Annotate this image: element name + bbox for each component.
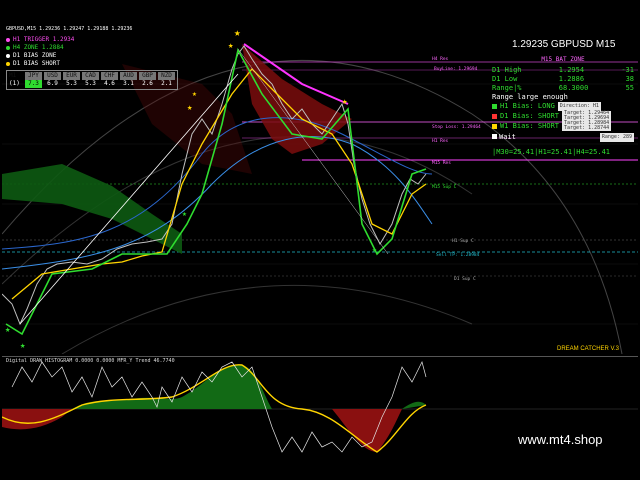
table-header: CAD	[82, 72, 99, 80]
range-note: Range large enough	[492, 93, 568, 101]
square-icon	[492, 113, 497, 119]
site-watermark: www.mt4.shop	[518, 432, 603, 447]
range-value: 68.3000	[558, 84, 589, 92]
legend-label: H1 TRIGGER 1.2934	[13, 36, 75, 43]
d1-bias: D1 Bias: SHORT	[500, 111, 560, 120]
bat-zone-panel: 1.29235 GBPUSD M15 M15 BAT ZONE D1 High …	[492, 40, 634, 157]
oscillator-label: Digital DRAW HISTOGRAM 0.0000 0.0000 MFR…	[6, 358, 175, 364]
w1-target-tag: Target: 1.28744	[562, 125, 612, 131]
buy-line-label: BuyLine: 1.29694	[434, 66, 478, 72]
wait-label: Wait	[499, 133, 516, 141]
d1-high-label: D1 High	[492, 66, 522, 74]
w1-bias: W1 Bias: SHORT	[500, 121, 560, 130]
dot-icon	[6, 54, 10, 58]
zone-title: M15 BAT ZONE	[541, 56, 585, 63]
current-price: 1.29235 GBPUSD M15	[512, 39, 616, 50]
wait-status: Wait	[492, 133, 516, 142]
square-icon	[492, 134, 497, 139]
table-cell: 7.3	[25, 80, 42, 88]
table-cell: 5.3	[66, 80, 77, 87]
table-header: M1	[9, 72, 17, 79]
negative-histogram	[2, 409, 72, 430]
svg-text:★: ★	[372, 245, 377, 254]
svg-text:★: ★	[187, 103, 193, 113]
m15-sup-label: M15 Sup C	[432, 184, 457, 190]
d1-high-row: D1 High 1.2954 -31	[492, 66, 634, 75]
table-header: JPY	[25, 72, 42, 80]
svg-text:★: ★	[342, 97, 348, 107]
dot-icon	[6, 62, 10, 66]
star-markers-green: ★ ★ ★ ★	[5, 209, 377, 351]
d1-high-diff: -31	[621, 66, 634, 74]
dot-icon	[6, 46, 10, 50]
range-box: Range: 289	[599, 133, 634, 142]
legend-label: D1 BIAS SHORT	[13, 60, 60, 67]
chart-header: GBPUSD,M15 1.29236 1.29247 1.29188 1.292…	[6, 26, 133, 32]
d1-bias-row: D1 Bias: SHORT Target: 1.29464 Target: 1…	[492, 111, 634, 121]
range-row: Range|% 68.3000 55	[492, 84, 634, 93]
timeframe-summary: |M30=25.41|H1=25.41|H4=25.41	[492, 148, 611, 156]
arc-curve	[61, 285, 473, 354]
table-header: AUD	[120, 72, 137, 80]
indicator-name: DREAM CATCHER V.3	[557, 346, 620, 352]
d1-high-value: 1.2954	[558, 66, 585, 74]
table-cell: 6.9	[47, 80, 58, 87]
d1-low-row: D1 Low 1.2886 38	[492, 75, 634, 84]
square-icon	[492, 123, 497, 129]
legend-label: H4 ZONE 1.2884	[13, 44, 64, 51]
h1-res-label: H1 Res	[432, 138, 449, 144]
svg-text:★: ★	[234, 26, 241, 39]
svg-text:★: ★	[20, 341, 26, 351]
legend-item: D1 BIAS ZONE	[6, 52, 74, 60]
dot-icon	[6, 38, 10, 42]
d1-low-label: D1 Low	[492, 75, 518, 83]
table-header: EUR	[63, 72, 80, 80]
table-cell: (1)	[9, 80, 20, 87]
table-cell: 2.6	[142, 80, 153, 87]
table-cell: 4.6	[104, 80, 115, 87]
svg-text:★: ★	[5, 325, 11, 335]
h1-sup-label: H1 Sup C	[452, 238, 474, 244]
d1-low-value: 1.2886	[558, 75, 585, 83]
table-header: GBP	[139, 72, 156, 80]
positive-histogram	[402, 401, 426, 409]
svg-text:★: ★	[228, 41, 234, 51]
w1-bias-row: W1 Bias: SHORT Target: 1.28984 Target: 1…	[492, 121, 634, 131]
range-pct: 55	[625, 84, 634, 92]
svg-text:★: ★	[192, 89, 197, 98]
indicator-legend: H1 TRIGGER 1.2934 H4 ZONE 1.2884 D1 BIAS…	[6, 36, 74, 68]
legend-item: H1 TRIGGER 1.2934	[6, 36, 74, 44]
sell-tp-label: Sell TP: 1.28984	[436, 252, 480, 258]
svg-text:★: ★	[182, 209, 187, 218]
h1-bias: H1 Bias: LONG	[500, 102, 555, 110]
table-header: CHF	[101, 72, 118, 80]
mt4-chart-window: ★ ★ ★ ★ ★ ★ ★ ★ ★ H4 Res BuyLine: 1.2969…	[0, 0, 640, 480]
table-cell: 2.1	[161, 80, 172, 87]
legend-item: H4 ZONE 1.2884	[6, 44, 74, 52]
legend-item: D1 BIAS SHORT	[6, 60, 74, 68]
legend-label: D1 BIAS ZONE	[13, 52, 57, 59]
table-header: USD	[44, 72, 61, 80]
stop-loss-label: Stop Loss: 1.29464	[432, 124, 481, 130]
d1-low-diff: 38	[625, 75, 634, 83]
d1-sup-label: D1 Sup C	[454, 276, 476, 282]
m15-res-label: M15 Res	[432, 160, 451, 166]
table-header: NZD	[158, 72, 175, 80]
table-cell: 5.3	[85, 80, 96, 87]
table-cell: 3.1	[123, 80, 134, 87]
currency-strength-table: M1 JPY USD EUR CAD CHF AUD GBP NZD (1) 7…	[6, 70, 178, 90]
range-label: Range|%	[492, 84, 522, 92]
status-row: Wait Range: 289	[492, 133, 634, 142]
square-icon	[492, 104, 497, 109]
h1-bias-row: H1 Bias: LONG Direction: H1	[492, 102, 634, 111]
h4-res-label: H4 Res	[432, 56, 449, 62]
